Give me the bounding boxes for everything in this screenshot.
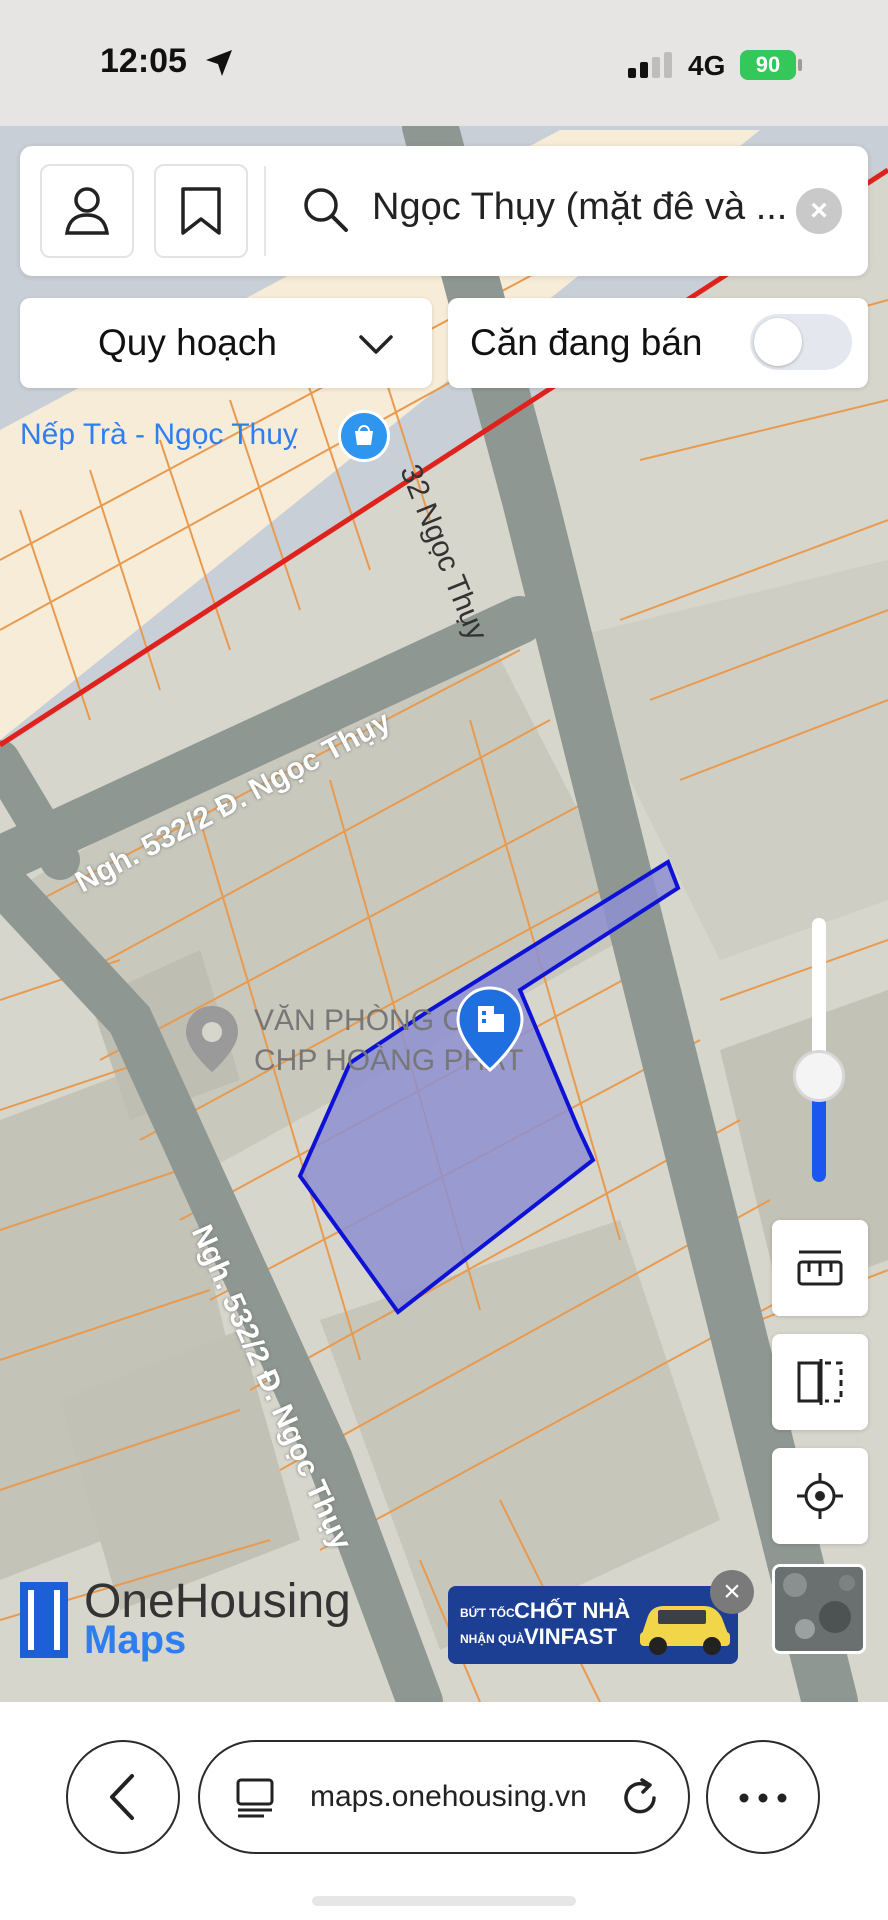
browser-toolbar: maps.onehousing.vn — [0, 1702, 888, 1920]
poi-shop-label[interactable]: Nếp Trà - Ngọc Thuỵ — [20, 418, 298, 452]
measure-button[interactable] — [772, 1220, 868, 1316]
location-arrow-icon — [206, 50, 232, 76]
reload-icon[interactable] — [618, 1776, 662, 1820]
crosshair-icon — [797, 1473, 843, 1519]
shop-pin-icon[interactable] — [338, 410, 390, 462]
search-input[interactable]: Ngọc Thụy (mặt đê và ... — [372, 186, 802, 229]
chevron-down-icon — [359, 335, 393, 354]
account-button[interactable] — [40, 164, 134, 258]
ad-line1-small: BỨT TỐC — [460, 1606, 515, 1620]
for-sale-filter: Căn đang bán — [448, 298, 868, 388]
status-time: 12:05 — [100, 42, 187, 80]
network-type: 4G — [688, 50, 726, 81]
split-view-icon — [797, 1359, 843, 1405]
address-bar[interactable]: maps.onehousing.vn — [198, 1740, 690, 1854]
my-location-button[interactable] — [772, 1448, 868, 1544]
ad-line1-big: CHỐT NHÀ — [514, 1598, 631, 1623]
poi-office-pin-icon[interactable] — [184, 1004, 240, 1079]
satellite-thumbnail-icon — [775, 1567, 863, 1651]
more-dots-icon — [739, 1793, 787, 1803]
signal-icon — [628, 52, 672, 78]
tabs-icon — [236, 1778, 274, 1818]
planning-dropdown[interactable]: Quy hoạch — [20, 298, 432, 388]
logo-mark-icon — [20, 1582, 68, 1658]
chevron-left-icon — [110, 1774, 134, 1820]
planning-label: Quy hoạch — [98, 322, 277, 363]
ad-line2-small: NHẬN QUÀ — [460, 1632, 525, 1646]
search-icon — [304, 188, 348, 232]
url-text: maps.onehousing.vn — [310, 1780, 587, 1813]
search-card: Ngọc Thụy (mặt đê và ... × — [20, 146, 868, 276]
ad-line2-big: VINFAST — [524, 1624, 617, 1649]
back-button[interactable] — [66, 1740, 180, 1854]
toggle-knob — [754, 318, 802, 366]
zoom-slider-handle[interactable] — [793, 1050, 845, 1103]
ruler-icon — [797, 1250, 843, 1286]
close-ad-button[interactable]: × — [710, 1570, 754, 1614]
clear-search-button[interactable]: × — [796, 188, 842, 234]
for-sale-label: Căn đang bán — [470, 322, 703, 363]
bookmark-icon — [181, 187, 221, 235]
poi-office-label-line1[interactable]: VĂN PHÒNG C — [254, 1004, 464, 1038]
saved-button[interactable] — [154, 164, 248, 258]
for-sale-toggle[interactable] — [750, 314, 852, 370]
home-indicator — [312, 1896, 576, 1906]
battery-nub — [798, 59, 802, 71]
more-button[interactable] — [706, 1740, 820, 1854]
compare-button[interactable] — [772, 1334, 868, 1430]
parcel-marker-icon[interactable] — [456, 986, 524, 1077]
brand-name-bottom: Maps — [84, 1618, 187, 1662]
card-divider — [264, 166, 266, 256]
battery-indicator: 90 — [740, 50, 796, 80]
vinfast-ad-banner[interactable]: BỨT TỐC CHỐT NHÀ NHẬN QUÀ VINFAST — [448, 1586, 738, 1664]
status-bar: 12:05 4G 90 — [0, 0, 888, 126]
satellite-layer-toggle[interactable] — [772, 1564, 866, 1654]
user-icon — [64, 187, 110, 235]
